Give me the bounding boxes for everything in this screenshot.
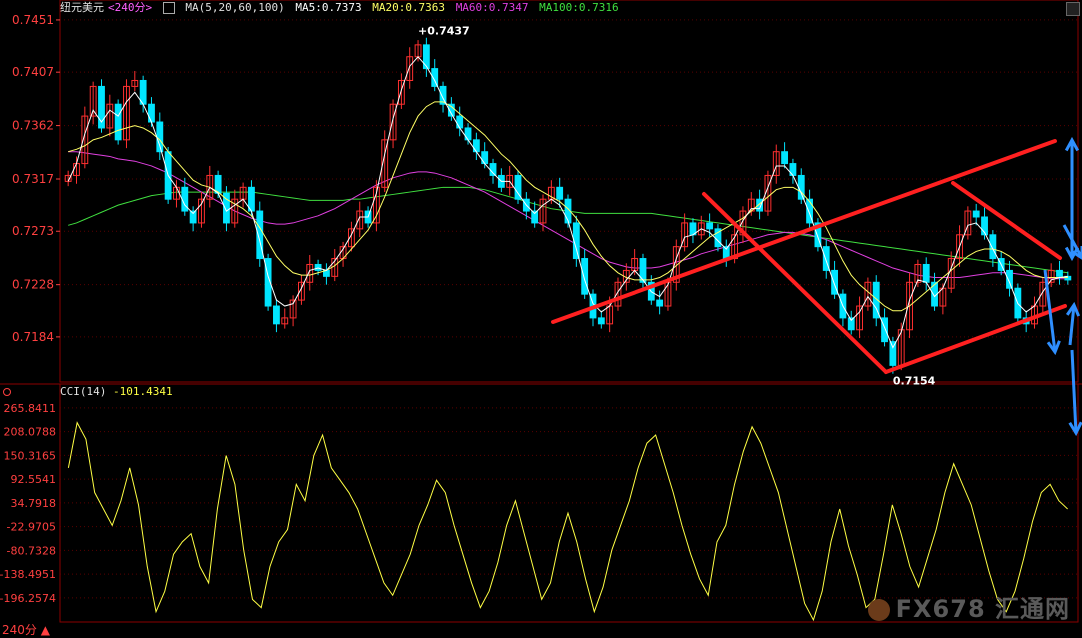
period-switch-button[interactable]: 240分 ▲ [2, 621, 50, 638]
candle-body [481, 151, 489, 165]
candle-body [597, 317, 605, 325]
candle-body [581, 258, 589, 295]
ma20-value: MA20:0.7363 [372, 1, 446, 14]
price-tick-label: 0.7362 [12, 119, 54, 133]
period-label[interactable]: <240分> [108, 1, 152, 14]
candle-body [472, 139, 480, 153]
cci-tick-label: 92.5541 [11, 473, 57, 486]
candle-body [456, 115, 464, 129]
high-annotation: +0.7437 [418, 25, 470, 38]
cci-value: -101.4341 [112, 385, 173, 398]
cci-tick-label: 150.3165 [4, 449, 57, 462]
candles-group [64, 37, 1072, 374]
candle-body [706, 222, 714, 230]
annotations-group: +0.7437 0.7154 [418, 25, 936, 388]
cci-tick-label: 265.8411 [4, 402, 57, 415]
cci-grid [59, 383, 1079, 623]
candle-body [556, 186, 564, 200]
price-tick-label: 0.7184 [12, 330, 54, 344]
candle-body [1056, 269, 1063, 277]
cci-tick-label: 34.7918 [11, 497, 57, 510]
cci-tick-label: -138.4951 [0, 568, 56, 581]
axis-labels-group: 0.7451 0.7407 0.7362 0.7317 0.7273 0.7228 0.71… [0, 13, 60, 605]
trend-arrow [1070, 349, 1078, 434]
ma5-value: MA5:0.7373 [295, 1, 362, 14]
candle-body [797, 174, 805, 200]
candle-body [972, 210, 980, 218]
price-tick-label: 0.7317 [12, 172, 54, 186]
candle-body [114, 103, 122, 141]
low-annotation: 0.7154 [893, 375, 936, 388]
ma-indicator-icon[interactable] [162, 2, 175, 14]
price-tick-label: 0.7451 [12, 13, 54, 27]
chart-canvas: +0.74370.7154 0.74510.74070.73620.73170.… [0, 0, 1082, 623]
main-grid [0, 0, 1082, 385]
candle-body [639, 258, 647, 283]
candle-body [422, 44, 430, 70]
fx678-logo-icon [867, 599, 890, 621]
cci-header: CCI(14) -101.4341 [60, 385, 173, 399]
ma100-value: MA100:0.7316 [539, 1, 619, 14]
watermark-text: FX678 汇通网 [895, 595, 1070, 623]
watermark: FX678 汇通网 [867, 589, 1070, 624]
ma-params: MA(5,20,60,100) [185, 1, 285, 14]
scroll-button[interactable] [1066, 2, 1080, 16]
candle-body [464, 127, 472, 141]
candle-body [781, 151, 789, 165]
candle-body [889, 341, 897, 366]
candle-body [314, 263, 322, 271]
cci-name: CCI(14) [60, 385, 107, 398]
trendlines-group [551, 136, 1082, 437]
cci-tick-label: 208.0788 [4, 426, 57, 439]
chart-header: 纽元美元 <240分> MA(5,20,60,100) MA5:0.7373 MA… [60, 0, 623, 16]
candle-body [989, 234, 997, 260]
candle-body [273, 305, 280, 325]
cci-tick-label: -80.7328 [7, 544, 56, 557]
trend-line [951, 181, 1062, 260]
candle-body [656, 299, 664, 307]
candle-body [881, 317, 888, 343]
cci-settings-icon[interactable] [3, 388, 11, 396]
price-tick-label: 0.7407 [12, 65, 54, 79]
candle-body [148, 103, 155, 123]
ma60-value: MA60:0.7347 [455, 1, 529, 14]
price-tick-label: 0.7228 [12, 278, 54, 292]
cci-tick-label: -196.2574 [0, 592, 56, 605]
price-tick-label: 0.7273 [12, 224, 54, 238]
symbol-title: 纽元美元 [60, 1, 104, 14]
cci-tick-label: -22.9705 [7, 521, 56, 534]
candle-body [1006, 269, 1013, 289]
candle-body [922, 263, 930, 283]
